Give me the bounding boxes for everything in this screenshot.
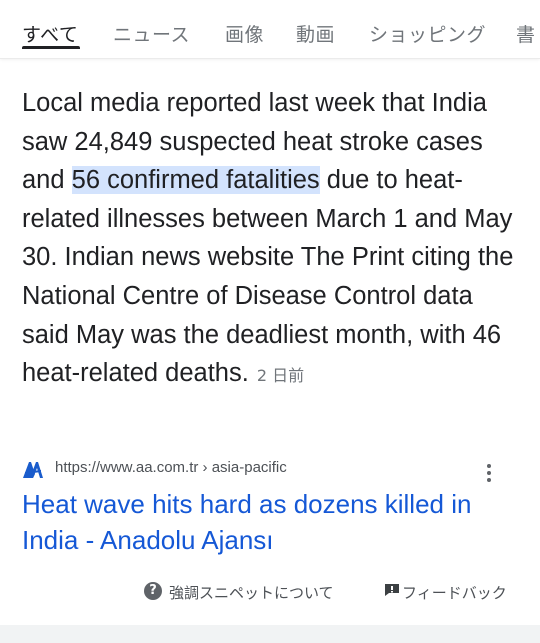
search-tabs: すべて ニュース 画像 動画 ショッピング 書	[0, 0, 540, 59]
section-divider	[0, 625, 540, 643]
result-url[interactable]: https://www.aa.com.tr › asia-pacific	[55, 459, 287, 476]
active-tab-indicator	[22, 46, 80, 49]
snippet-text-after: due to heat-related illnesses between Ma…	[22, 166, 514, 388]
tab-books[interactable]: 書	[516, 20, 536, 47]
feedback-link[interactable]: フィードバック	[402, 582, 507, 603]
feedback-icon[interactable]	[384, 583, 400, 597]
about-featured-snippets-link[interactable]: 強調スニペットについて	[169, 582, 334, 603]
more-options-icon[interactable]	[482, 458, 496, 486]
snippet-date: 2 日前	[256, 366, 305, 386]
result-source[interactable]: https://www.aa.com.tr › asia-pacific	[22, 456, 522, 480]
tab-news[interactable]: ニュース	[113, 20, 190, 47]
tab-all[interactable]: すべて	[22, 20, 78, 47]
tab-images[interactable]: 画像	[225, 20, 264, 47]
tab-videos[interactable]: 動画	[296, 20, 335, 47]
help-icon[interactable]: ?	[144, 582, 162, 600]
featured-snippet-text: Local media reported last week that Indi…	[22, 84, 522, 396]
result-title-link[interactable]: Heat wave hits hard as dozens killed in …	[22, 486, 522, 558]
snippet-highlight: 56 confirmed fatalities	[71, 166, 320, 195]
tab-shopping[interactable]: ショッピング	[369, 20, 486, 47]
snippet-footer: ? 強調スニペットについて フィードバック	[0, 580, 540, 606]
anadolu-agency-logo-icon	[23, 462, 43, 478]
